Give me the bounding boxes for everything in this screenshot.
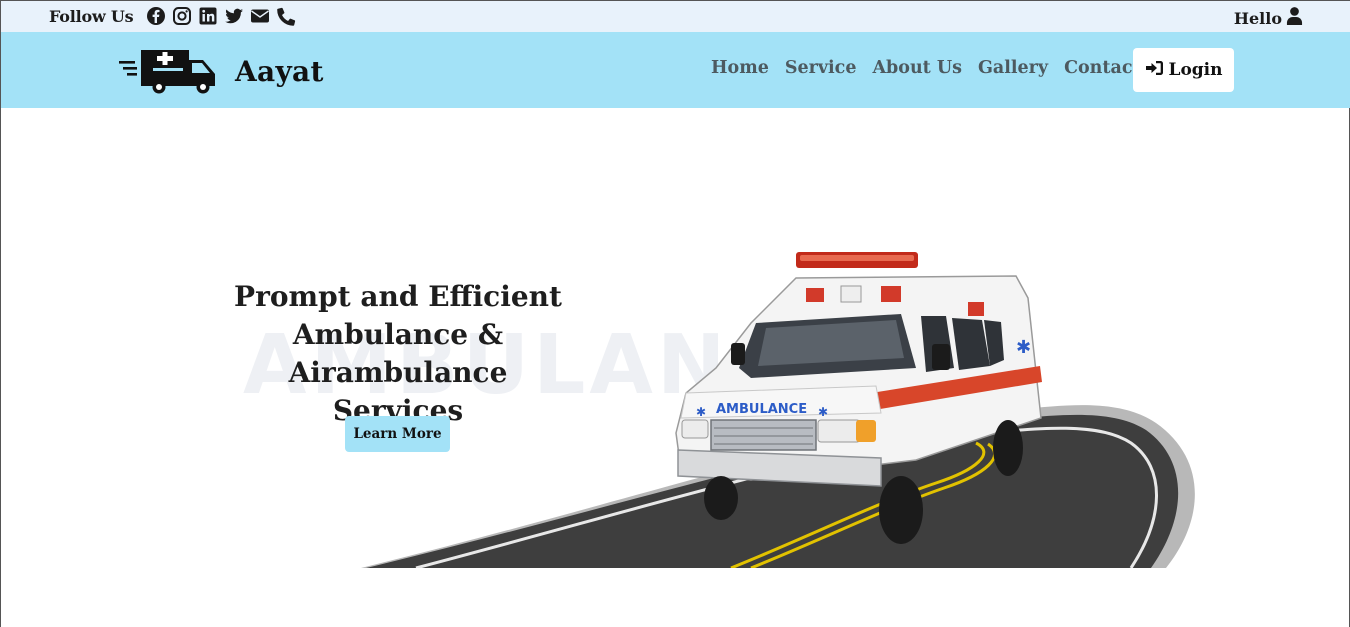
nav-home[interactable]: Home [711,58,769,78]
instagram-icon[interactable] [172,6,192,26]
main-navbar: Aayat Home Service About Us Gallery Cont… [1,32,1350,108]
hello-label: Hello [1233,8,1282,28]
nav-links: Home Service About Us Gallery Contact [711,58,1141,78]
envelope-icon[interactable] [250,6,270,26]
ambulance-road-image: AMBULANCE ✱ ✱ ✱ [356,248,1216,570]
ambulance-logo-icon [119,44,219,98]
vehicle-text: AMBULANCE [716,402,807,417]
brand[interactable]: Aayat [119,44,324,98]
svg-text:✱: ✱ [1016,337,1031,358]
nav-service[interactable]: Service [785,58,857,78]
svg-text:✱: ✱ [696,405,706,419]
twitter-icon[interactable] [224,6,244,26]
nav-gallery[interactable]: Gallery [978,58,1048,78]
hero-section: AMBULANCE Prompt and Efficient Ambulance… [1,108,1350,570]
facebook-icon[interactable] [146,6,166,26]
top-bar: Follow Us Hello [1,1,1350,32]
svg-text:✱: ✱ [818,405,828,419]
nav-about-us[interactable]: About Us [872,58,962,78]
login-label: Login [1168,60,1223,80]
hello-user[interactable]: Hello [1234,6,1303,30]
sign-in-icon [1145,58,1165,82]
brand-name: Aayat [235,54,324,88]
login-button[interactable]: Login [1133,48,1234,92]
linkedin-icon[interactable] [198,6,218,26]
phone-icon[interactable] [276,6,296,26]
follow-us-group: Follow Us [49,6,296,26]
nav-contact[interactable]: Contact [1064,58,1141,78]
follow-us-label: Follow Us [49,6,134,26]
user-icon [1286,6,1303,30]
